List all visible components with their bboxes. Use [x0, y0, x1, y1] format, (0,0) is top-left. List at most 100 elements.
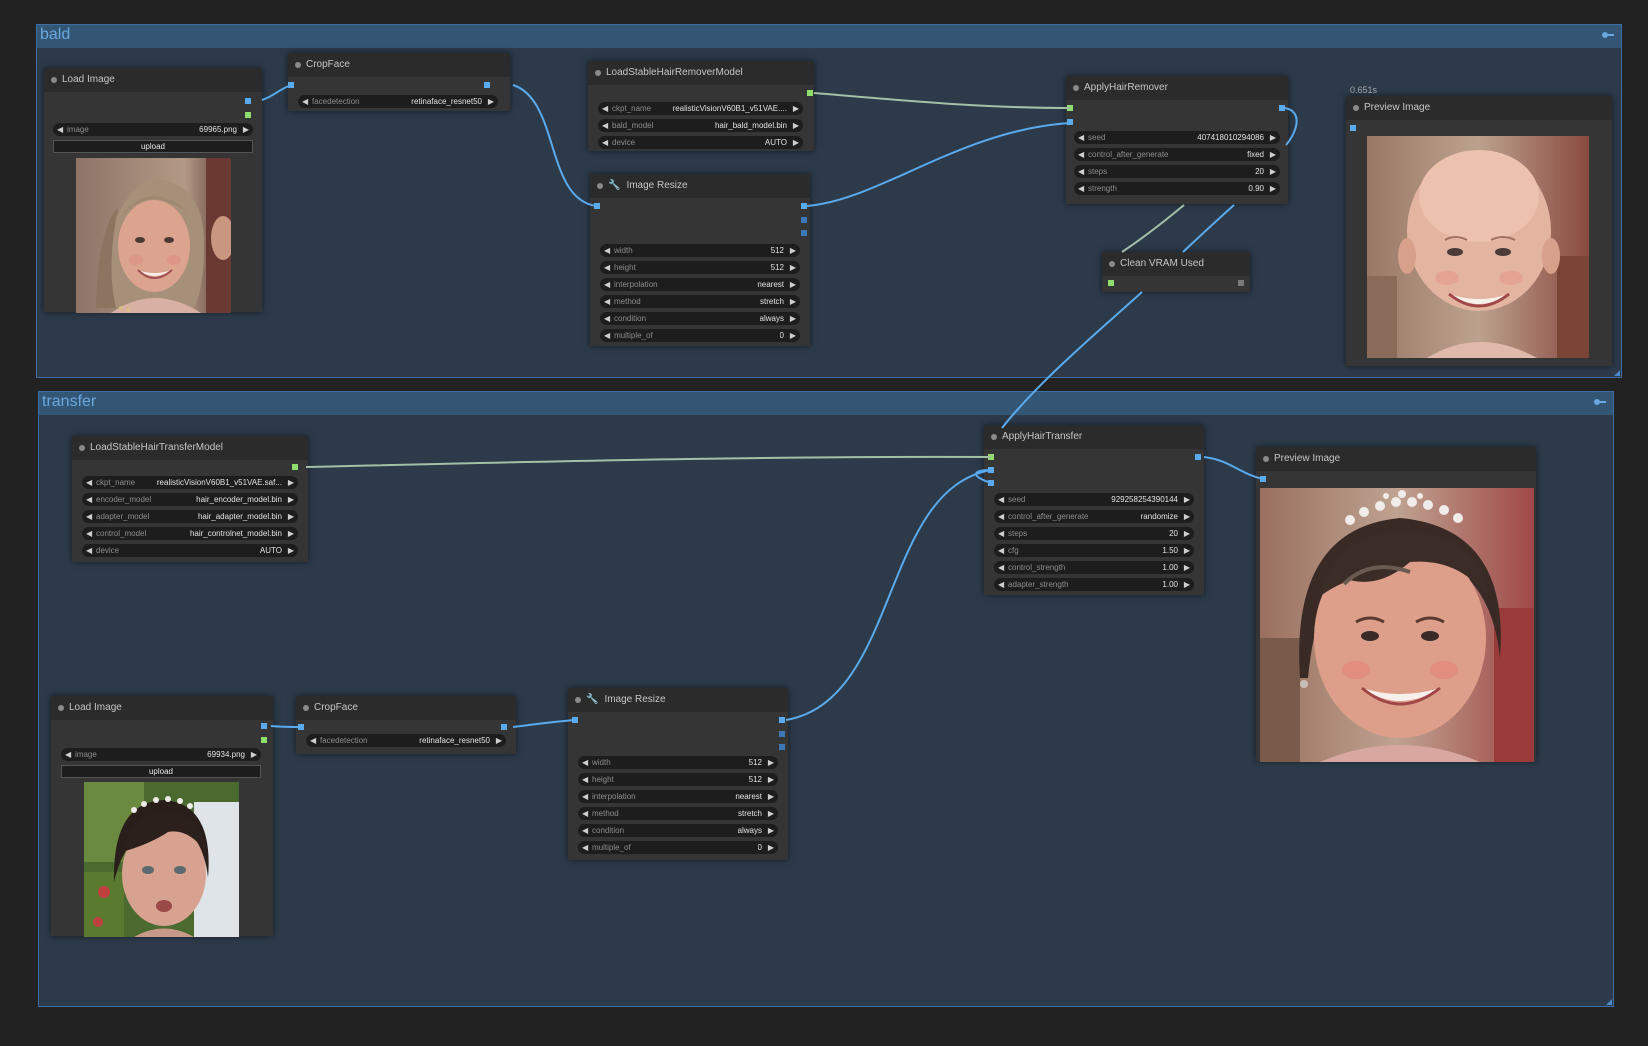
arrow-left-icon[interactable]: ◀ [65, 748, 71, 761]
adapter-model-widget[interactable]: ◀ adapter_model hair_adapter_model.bin ▶ [82, 510, 298, 523]
arrow-right-icon[interactable]: ▶ [1184, 578, 1190, 591]
arrow-right-icon[interactable]: ▶ [1270, 131, 1276, 144]
method-widget[interactable]: ◀ method stretch ▶ [600, 295, 800, 308]
input-images-port[interactable] [1260, 476, 1266, 482]
bald-model-widget[interactable]: ◀ bald_model hair_bald_model.bin ▶ [598, 119, 803, 132]
arrow-left-icon[interactable]: ◀ [604, 295, 610, 308]
arrow-right-icon[interactable]: ▶ [288, 493, 294, 506]
arrow-right-icon[interactable]: ▶ [1184, 493, 1190, 506]
input-model-port[interactable] [988, 454, 994, 460]
output-height-port[interactable] [779, 744, 785, 750]
arrow-left-icon[interactable]: ◀ [86, 527, 92, 540]
adapter-strength-widget[interactable]: ◀ adapter_strength 1.00 ▶ [994, 578, 1194, 591]
arrow-left-icon[interactable]: ◀ [604, 329, 610, 342]
input-image-port[interactable] [298, 724, 304, 730]
arrow-left-icon[interactable]: ◀ [582, 824, 588, 837]
arrow-left-icon[interactable]: ◀ [998, 578, 1004, 591]
node-cropface-2[interactable]: CropFace ◀ facedetection retinaface_resn… [296, 696, 516, 754]
arrow-left-icon[interactable]: ◀ [57, 123, 63, 136]
arrow-right-icon[interactable]: ▶ [768, 824, 774, 837]
output-mask-port[interactable] [245, 112, 251, 118]
arrow-left-icon[interactable]: ◀ [310, 734, 316, 747]
pin-icon[interactable] [1593, 396, 1607, 408]
image-select-widget[interactable]: ◀ image 69965.png ▶ [53, 123, 253, 136]
arrow-right-icon[interactable]: ▶ [288, 527, 294, 540]
facedetection-widget[interactable]: ◀ facedetection retinaface_resnet50 ▶ [306, 734, 506, 747]
image-select-widget[interactable]: ◀ image 69934.png ▶ [61, 748, 261, 761]
input-images-port[interactable] [1350, 125, 1356, 131]
node-title[interactable]: CropFace [296, 696, 516, 720]
node-title[interactable]: Clean VRAM Used [1102, 252, 1250, 276]
arrow-left-icon[interactable]: ◀ [86, 493, 92, 506]
steps-widget[interactable]: ◀ steps 20 ▶ [994, 527, 1194, 540]
height-widget[interactable]: ◀ height 512 ▶ [600, 261, 800, 274]
seed-widget[interactable]: ◀ seed 929258254390144 ▶ [994, 493, 1194, 506]
control-strength-widget[interactable]: ◀ control_strength 1.00 ▶ [994, 561, 1194, 574]
arrow-left-icon[interactable]: ◀ [1078, 148, 1084, 161]
seed-widget[interactable]: ◀ seed 407418010294086 ▶ [1074, 131, 1280, 144]
arrow-right-icon[interactable]: ▶ [1184, 510, 1190, 523]
input-model-port[interactable] [1067, 105, 1073, 111]
node-title[interactable]: LoadStableHairTransferModel [72, 436, 308, 460]
cfg-widget[interactable]: ◀ cfg 1.50 ▶ [994, 544, 1194, 557]
group-bald-header[interactable]: bald [37, 25, 1621, 48]
arrow-left-icon[interactable]: ◀ [582, 773, 588, 786]
collapse-dot-icon[interactable] [575, 697, 581, 703]
arrow-left-icon[interactable]: ◀ [998, 544, 1004, 557]
output-width-port[interactable] [801, 217, 807, 223]
collapse-dot-icon[interactable] [1263, 456, 1269, 462]
node-title[interactable]: 🔧 Image Resize [568, 688, 788, 712]
arrow-right-icon[interactable]: ▶ [1184, 544, 1190, 557]
arrow-left-icon[interactable]: ◀ [998, 493, 1004, 506]
width-widget[interactable]: ◀ width 512 ▶ [578, 756, 778, 769]
strength-widget[interactable]: ◀ strength 0.90 ▶ [1074, 182, 1280, 195]
arrow-right-icon[interactable]: ▶ [793, 119, 799, 132]
node-load-image-1[interactable]: Load Image ◀ image 69965.png ▶ upload [44, 68, 262, 313]
output-image-port[interactable] [261, 723, 267, 729]
node-title[interactable]: Preview Image [1346, 96, 1612, 120]
output-port[interactable] [1238, 280, 1244, 286]
facedetection-widget[interactable]: ◀ facedetection retinaface_resnet50 ▶ [298, 95, 498, 108]
node-title[interactable]: ApplyHairRemover [1066, 76, 1288, 100]
node-load-image-2[interactable]: Load Image ◀ image 69934.png ▶ upload [51, 696, 273, 937]
input-image-port[interactable] [572, 717, 578, 723]
collapse-dot-icon[interactable] [595, 70, 601, 76]
group-resize-handle[interactable] [1606, 999, 1612, 1005]
arrow-right-icon[interactable]: ▶ [768, 773, 774, 786]
ckpt-name-widget[interactable]: ◀ ckpt_name realisticVisionV60B1_v51VAE.sa… [82, 476, 298, 489]
arrow-left-icon[interactable]: ◀ [86, 476, 92, 489]
node-clean-vram[interactable]: Clean VRAM Used [1102, 252, 1250, 292]
arrow-left-icon[interactable]: ◀ [86, 544, 92, 557]
collapse-dot-icon[interactable] [303, 705, 309, 711]
device-widget[interactable]: ◀ device AUTO ▶ [598, 136, 803, 149]
arrow-left-icon[interactable]: ◀ [582, 807, 588, 820]
upload-button[interactable]: upload [53, 140, 253, 153]
output-model-port[interactable] [292, 464, 298, 470]
output-model-port[interactable] [807, 90, 813, 96]
input-image-port[interactable] [594, 203, 600, 209]
arrow-right-icon[interactable]: ▶ [790, 244, 796, 257]
control-after-generate-widget[interactable]: ◀ control_after_generate randomize ▶ [994, 510, 1194, 523]
node-title[interactable]: Preview Image [1256, 447, 1536, 471]
steps-widget[interactable]: ◀ steps 20 ▶ [1074, 165, 1280, 178]
control-model-widget[interactable]: ◀ control_model hair_controlnet_model.bin ▶ [82, 527, 298, 540]
arrow-right-icon[interactable]: ▶ [793, 136, 799, 149]
collapse-dot-icon[interactable] [1073, 85, 1079, 91]
arrow-right-icon[interactable]: ▶ [768, 790, 774, 803]
method-widget[interactable]: ◀ method stretch ▶ [578, 807, 778, 820]
upload-button[interactable]: upload [61, 765, 261, 778]
node-apply-hair-transfer[interactable]: ApplyHairTransfer ◀ seed 929258254390144 ▶ … [984, 425, 1204, 595]
output-image-port[interactable] [1195, 454, 1201, 460]
collapse-dot-icon[interactable] [991, 434, 997, 440]
arrow-left-icon[interactable]: ◀ [582, 841, 588, 854]
output-image-port[interactable] [801, 203, 807, 209]
arrow-left-icon[interactable]: ◀ [998, 510, 1004, 523]
encoder-model-widget[interactable]: ◀ encoder_model hair_encoder_model.bin ▶ [82, 493, 298, 506]
arrow-right-icon[interactable]: ▶ [768, 807, 774, 820]
node-title[interactable]: ApplyHairTransfer [984, 425, 1204, 449]
arrow-right-icon[interactable]: ▶ [496, 734, 502, 747]
control-after-generate-widget[interactable]: ◀ control_after_generate fixed ▶ [1074, 148, 1280, 161]
node-preview-image-1[interactable]: Preview Image [1346, 96, 1612, 366]
pin-icon[interactable] [1601, 29, 1615, 41]
arrow-left-icon[interactable]: ◀ [86, 510, 92, 523]
